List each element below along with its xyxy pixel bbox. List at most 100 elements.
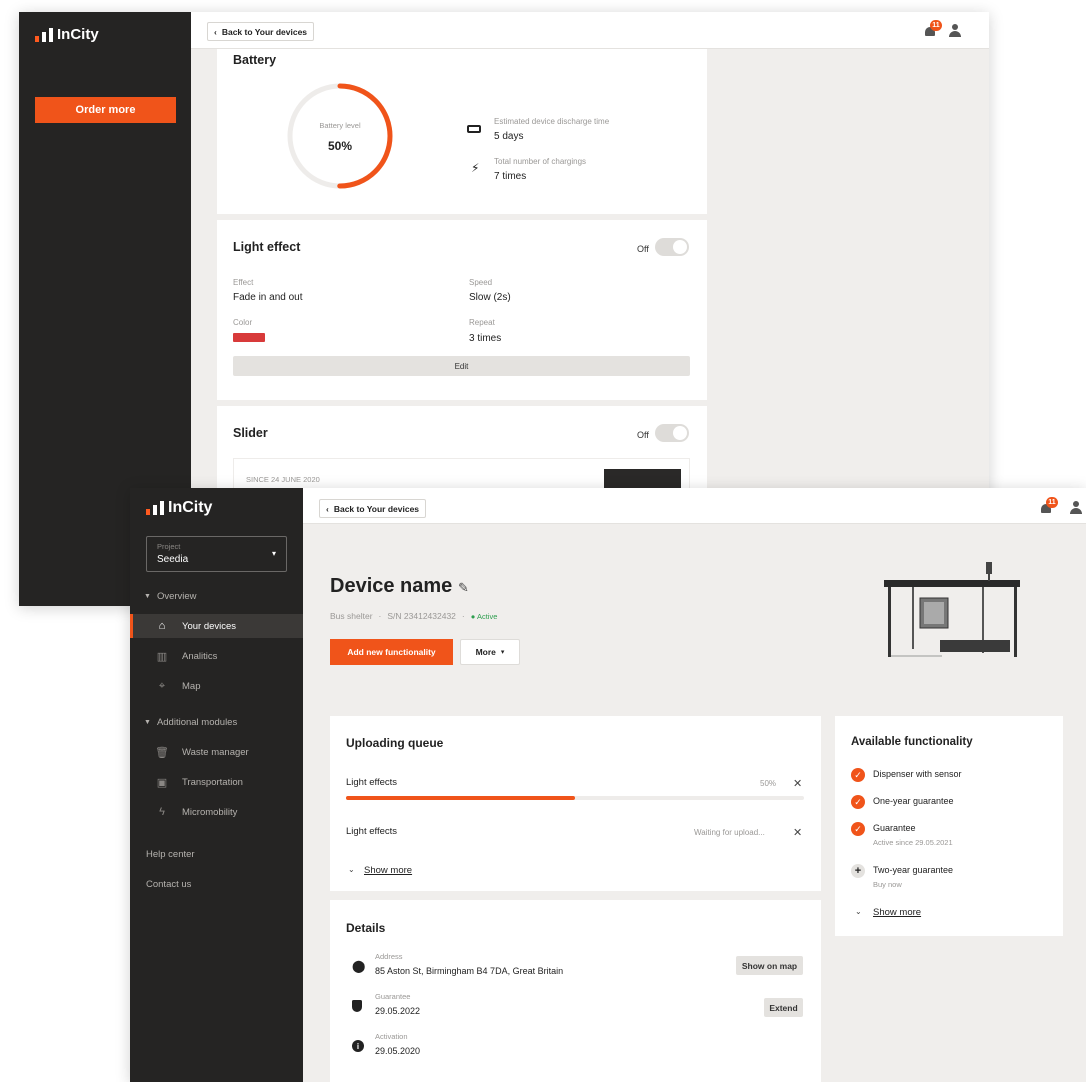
logo-bars-icon [35, 27, 53, 42]
check-circle-icon: ✓ [851, 822, 865, 836]
queue-title: Uploading queue [346, 736, 444, 750]
functionality-title: Available functionality [851, 736, 973, 748]
trash-icon: 🗑︎ [155, 746, 169, 759]
slider-since-label: SINCE 24 JUNE 2020 [246, 475, 320, 484]
light-effect-card: Light effect Off Effect Fade in and out … [217, 220, 707, 400]
caret-down-icon: ▼ [144, 719, 151, 726]
show-on-map-button[interactable]: Show on map [736, 956, 803, 975]
project-select[interactable]: Project Seedia ▾ [146, 536, 287, 572]
back-button-label: Back to Your devices [221, 26, 308, 37]
back-to-devices-button[interactable]: ‹ Back to Your devices [319, 499, 427, 518]
front-topbar: ‹ Back to Your devices 11 [303, 488, 1086, 524]
nav-label: Map [182, 680, 201, 692]
incity-logo[interactable]: InCity [146, 499, 212, 517]
queue-item-label: Light effects [346, 826, 398, 837]
nav-item-analitics[interactable]: ▥ Analitics [130, 644, 303, 668]
slider-toggle-label: Off [637, 430, 649, 440]
bus-shelter-image [884, 562, 1020, 657]
caret-down-icon: ▼ [144, 593, 151, 600]
nav-item-waste-manager[interactable]: 🗑︎ Waste manager [130, 740, 303, 764]
light-effect-toggle-label: Off [637, 244, 649, 254]
chevron-down-icon: ⌄ [855, 907, 862, 916]
chevron-down-icon: ▾ [500, 649, 505, 656]
color-label: Color [233, 318, 253, 327]
nav-item-map[interactable]: ⌖ Map [130, 674, 303, 698]
bell-icon[interactable]: 11 [1040, 497, 1058, 514]
speed-label: Speed [469, 278, 493, 287]
plus-circle-icon[interactable]: + [851, 864, 865, 878]
more-dropdown[interactable]: More ▾ [460, 639, 520, 665]
status-badge: ● Active [470, 611, 498, 621]
nav-item-your-devices[interactable]: ⌂ Your devices [130, 614, 303, 638]
user-icon[interactable] [1070, 501, 1082, 514]
project-label: Project [157, 542, 181, 551]
contact-us-link[interactable]: Contact us [146, 879, 191, 890]
nav-item-transportation[interactable]: ▣ Transportation [130, 770, 303, 794]
logo-text: InCity [57, 26, 99, 43]
light-effect-toggle[interactable] [655, 238, 689, 256]
logo-bars-icon [146, 501, 164, 515]
effect-value: Fade in and out [233, 292, 303, 303]
functionality-item-label: Dispenser with sensor [873, 769, 962, 779]
more-label: More [475, 647, 496, 657]
battery-icon [467, 125, 481, 133]
location-pin-icon: ⬤ [352, 959, 366, 973]
slider-title: Slider [233, 426, 268, 440]
nav-item-micromobility[interactable]: ϟ Micromobility [130, 800, 303, 824]
effect-label: Effect [233, 278, 254, 287]
device-type: Bus shelter [330, 611, 373, 621]
discharge-value: 5 days [494, 131, 524, 142]
chargings-value: 7 times [494, 171, 527, 182]
user-icon[interactable] [949, 24, 961, 37]
functionality-item-label: One-year guarantee [873, 796, 954, 806]
color-swatch [233, 333, 265, 342]
functionality-item-label: Guarantee [873, 823, 916, 833]
chargings-label: Total number of chargings [494, 157, 587, 166]
extend-button[interactable]: Extend [764, 998, 803, 1017]
overview-section[interactable]: ▼ Overview [144, 591, 197, 602]
battery-gauge [287, 83, 393, 189]
help-center-link[interactable]: Help center [146, 849, 195, 860]
nav-label: Analitics [182, 650, 218, 662]
nav-label: Micromobility [182, 806, 238, 818]
bolt-icon: ϟ [159, 806, 165, 818]
repeat-value: 3 times [469, 333, 502, 344]
discharge-label: Estimated device discharge time [494, 117, 610, 126]
notification-badge: 11 [1046, 497, 1058, 508]
check-circle-icon: ✓ [851, 768, 865, 782]
back-button-label: Back to Your devices [333, 503, 420, 514]
battery-card: Battery Battery level 50% Estimated devi… [217, 49, 707, 214]
activation-value: 29.05.2020 [375, 1046, 421, 1056]
battery-gauge-value: 50% [327, 139, 353, 153]
address-label: Address [375, 952, 403, 961]
functionality-item-label: Two-year guarantee [873, 865, 954, 875]
slider-toggle[interactable] [655, 424, 689, 442]
back-topbar: ‹ Back to Your devices 11 [191, 12, 989, 49]
incity-logo[interactable]: InCity [35, 26, 99, 43]
details-card: Details ⬤ Address 85 Aston St, Birmingha… [330, 900, 821, 1082]
device-serial: S/N 23412432432 [387, 611, 456, 621]
device-meta: Bus shelter · S/N 23412432432 · ● Active [330, 611, 498, 621]
close-icon[interactable]: ✕ [793, 777, 802, 790]
bolt-icon: ⚡︎ [471, 161, 480, 175]
queue-item-label: Light effects [346, 777, 398, 788]
pencil-icon[interactable]: ✎ [458, 580, 469, 596]
show-more-link[interactable]: Show more [364, 865, 412, 876]
progress-fill [346, 796, 575, 800]
show-more-link[interactable]: Show more [873, 907, 921, 918]
home-icon: ⌂ [158, 620, 166, 632]
back-to-devices-button[interactable]: ‹ Back to Your devices [207, 22, 315, 41]
add-new-functionality-button[interactable]: Add new functionality [330, 639, 453, 665]
chevron-down-icon: ▾ [271, 549, 276, 558]
light-effect-title: Light effect [233, 240, 301, 254]
buy-now-link[interactable]: Buy now [873, 880, 902, 889]
close-icon[interactable]: ✕ [793, 826, 802, 839]
additional-modules-section[interactable]: ▼ Additional modules [144, 717, 237, 728]
project-value: Seedia [157, 554, 189, 565]
bell-icon[interactable]: 11 [924, 20, 942, 37]
progress-track [346, 796, 804, 800]
edit-button[interactable]: Edit [233, 356, 690, 376]
bus-icon: ▣ [156, 776, 168, 789]
order-more-button[interactable]: Order more [35, 97, 176, 123]
queue-item-status: 50% [760, 779, 777, 788]
